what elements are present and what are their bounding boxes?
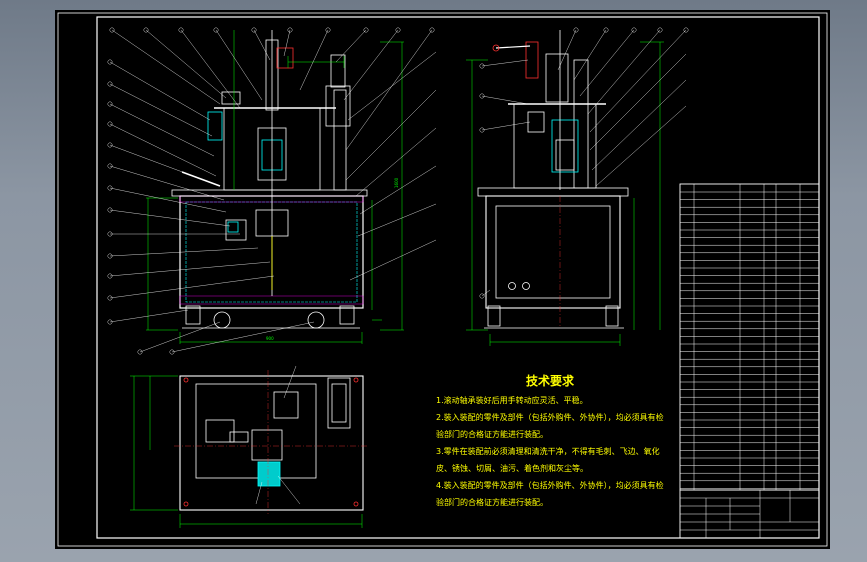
top-fixture-cyan xyxy=(257,461,281,487)
dim-front-height: 1600 xyxy=(394,177,399,188)
tech-line-7: 验部门的合格证方能进行装配。 xyxy=(436,497,548,507)
tech-requirements-title: 技术要求 xyxy=(526,373,575,388)
tech-line-3: 验部门的合格证方能进行装配。 xyxy=(436,429,548,439)
tech-line-2: 2.装入装配的零件及部件（包括外购件、外协件），均必须具有检 xyxy=(436,412,664,422)
tech-line-4: 3.零件在装配前必须清理和清洗干净，不得有毛刺、飞边、氧化 xyxy=(436,446,660,456)
dim-front-width: 900 xyxy=(266,336,274,341)
cad-drawing-canvas: 900 1600 技术要求 1.滚动轴承装好后用手转动应灵活、平稳。 2.装入装… xyxy=(55,10,830,549)
tech-line-5: 皮、锈蚀、切屑、油污、着色剂和灰尘等。 xyxy=(436,463,588,473)
tech-line-1: 1.滚动轴承装好后用手转动应灵活、平稳。 xyxy=(436,395,588,405)
tech-line-6: 4.装入装配的零件及部件（包括外购件、外协件），均必须具有检 xyxy=(436,480,664,490)
